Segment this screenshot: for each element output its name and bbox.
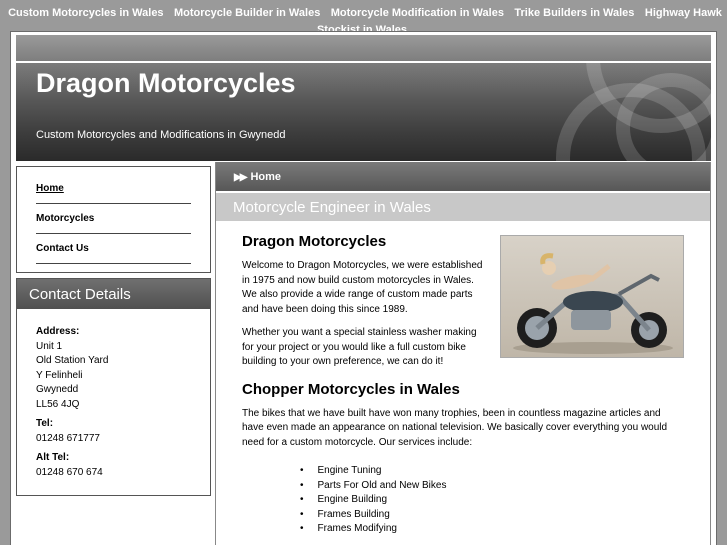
menu-item-motorcycles[interactable]: Motorcycles [36,204,191,234]
main-content: ▶▶ Home Motorcycle Engineer in Wales Dra… [215,162,711,545]
top-navigation: Custom Motorcycles in Wales Motorcycle B… [0,0,727,36]
tel-label: Tel: [36,418,54,429]
heading-chopper-motorcycles: Chopper Motorcycles in Wales [242,380,460,398]
address-line: LL56 4JQ [36,398,80,410]
breadcrumb: ▶▶ Home [216,162,710,191]
address-line: Gwynedd [36,384,79,395]
site-title: Dragon Motorcycles [36,68,296,98]
page-frame: Dragon Motorcycles Custom Motorcycles an… [10,31,717,545]
list-item: Parts For Old and New Bikes [300,479,683,494]
contact-heading: Contact Details [17,279,210,309]
contact-details-box: Contact Details Address: Unit 1 Old Stat… [16,278,211,496]
address-line: Old Station Yard [36,355,109,366]
list-item: Frames Building [300,508,683,523]
topnav-link-motorcycle-builder[interactable]: Motorcycle Builder in Wales [174,7,320,19]
contact-body: Address: Unit 1 Old Station Yard Y Felin… [17,309,210,480]
alt-tel-label: Alt Tel: [36,452,70,463]
topnav-link-trike-builders[interactable]: Trike Builders in Wales [514,7,634,19]
list-item: Engine Building [300,493,683,508]
topnav-link-motorcycle-modification[interactable]: Motorcycle Modification in Wales [331,7,504,19]
menu-item-home[interactable]: Home [36,174,191,204]
address-label: Address: [36,326,80,337]
tel-value: 01248 671777 [36,432,100,444]
address-line: Unit 1 [36,340,63,352]
motorcycle-image [513,253,673,354]
services-paragraph: The bikes that we have built have won ma… [242,407,668,448]
breadcrumb-home[interactable]: Home [250,171,281,183]
list-item: Engine Tuning [300,464,683,479]
address-line: Y Felinheli [36,369,83,381]
motorcycle-photo [500,235,684,358]
menu-item-contact-us[interactable]: Contact Us [36,234,191,264]
article: Dragon Motorcycles Welcome to Dragon Mot… [216,221,710,537]
second-paragraph: Whether you want a special stainless was… [242,327,477,367]
services-list: Engine Tuning Parts For Old and New Bike… [242,464,683,537]
section-title: Motorcycle Engineer in Wales [216,191,710,221]
alt-tel-value: 01248 670 674 [36,466,103,478]
topnav-link-custom-motorcycles[interactable]: Custom Motorcycles in Wales [8,7,163,19]
side-menu: Home Motorcycles Contact Us [16,166,211,273]
list-item: Frames Modifying [300,522,683,537]
header-strip [16,35,711,61]
double-arrow-icon: ▶▶ [234,172,247,183]
site-header: Dragon Motorcycles Custom Motorcycles an… [16,63,711,161]
intro-paragraph: Welcome to Dragon Motorcycles, we were e… [242,260,483,315]
site-tagline: Custom Motorcycles and Modifications in … [36,129,286,141]
